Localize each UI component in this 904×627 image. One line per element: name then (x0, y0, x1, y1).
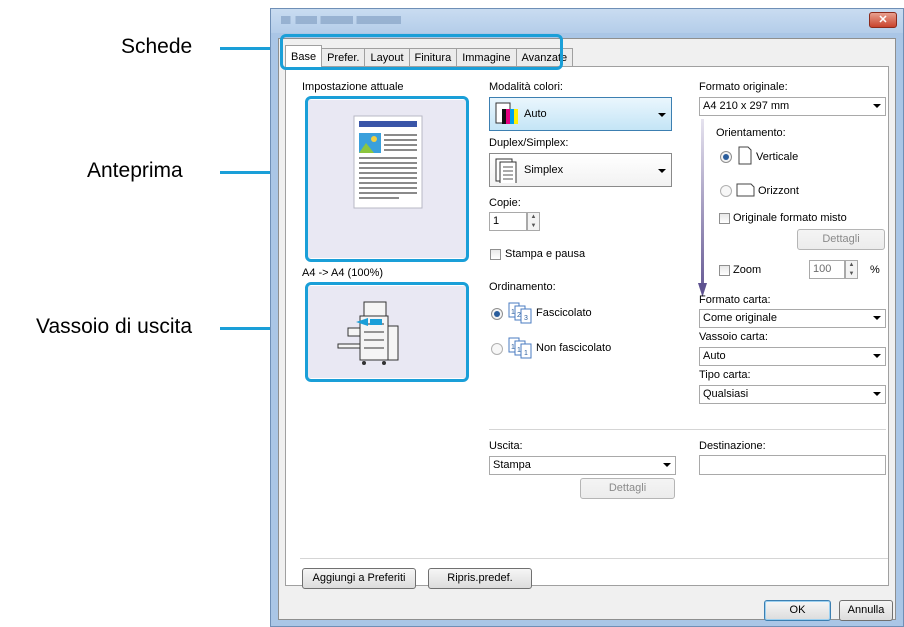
sorting-collated-label: Fascicolato (536, 307, 592, 319)
paper-type-label: Tipo carta: (699, 369, 751, 381)
paper-size-label: Formato carta: (699, 294, 771, 306)
duplex-dropdown-arrow (658, 169, 666, 173)
add-to-favorites-button[interactable]: Aggiungi a Preferiti (302, 568, 416, 589)
callout-tabs-label: Schede (121, 35, 193, 58)
mixed-size-checkbox[interactable] (719, 213, 730, 224)
color-mode-dropdown-arrow (658, 113, 666, 117)
print-pause-checkbox[interactable] (490, 249, 501, 260)
duplex-select[interactable]: Simplex (489, 153, 672, 187)
current-settings-label: Impostazione attuale (302, 81, 404, 93)
tabs-highlight (280, 34, 563, 70)
zoom-label: Zoom (733, 264, 762, 276)
scale-text: A4 -> A4 (100%) (302, 267, 384, 279)
output-select[interactable]: Stampa (489, 456, 676, 475)
zoom-spinner[interactable]: ▲ ▼ (845, 260, 858, 279)
sorting-collated-radio[interactable] (491, 308, 503, 320)
paper-size-select[interactable]: Come originale (699, 309, 886, 328)
copies-label: Copie: (489, 197, 521, 209)
print-settings-dialog: ✕ Base Prefer. Layout Finitura Immagine … (270, 8, 904, 627)
window-title (281, 16, 401, 24)
duplex-label: Duplex/Simplex: (489, 137, 569, 149)
orientation-landscape-label: Orizzont (758, 185, 799, 197)
paper-type-select[interactable]: Qualsiasi (699, 385, 886, 404)
collated-icon: 1 2 3 (508, 302, 532, 324)
zoom-input[interactable]: 100 (809, 260, 845, 279)
restore-defaults-button[interactable]: Ripris.predef. (428, 568, 532, 589)
simplex-icon (495, 158, 517, 183)
output-label: Uscita: (489, 440, 523, 452)
sorting-uncollated-radio[interactable] (491, 343, 503, 355)
original-size-value: A4 210 x 297 mm (703, 100, 790, 112)
paper-tray-value: Auto (703, 350, 726, 362)
callout-output-tray-label: Vassoio di uscita (36, 315, 193, 338)
destination-label: Destinazione: (699, 440, 766, 452)
dialog-client-area: Base Prefer. Layout Finitura Immagine Av… (278, 38, 896, 621)
orientation-landscape-radio[interactable] (720, 185, 732, 197)
zoom-checkbox[interactable] (719, 265, 730, 276)
original-size-select[interactable]: A4 210 x 297 mm (699, 97, 886, 116)
color-mode-value: Auto (524, 108, 547, 120)
copies-input[interactable]: 1 (489, 212, 527, 231)
print-pause-label: Stampa e pausa (505, 248, 586, 260)
svg-text:1: 1 (511, 344, 515, 351)
orientation-portrait-label: Verticale (756, 151, 799, 163)
sorting-label: Ordinamento: (489, 281, 556, 293)
output-value: Stampa (493, 459, 531, 471)
setting-flow-arrow (698, 119, 707, 297)
section-divider (489, 429, 886, 430)
tab-panel-base: Impostazione attuale A4 -> A4 (100%) Mod… (285, 66, 889, 586)
callout-preview-label: Anteprima (87, 159, 183, 182)
svg-text:1: 1 (517, 347, 521, 354)
paper-tray-select[interactable]: Auto (699, 347, 886, 366)
copies-spinner[interactable]: ▲ ▼ (527, 212, 540, 231)
output-tray-highlight (305, 282, 469, 382)
zoom-unit: % (870, 264, 880, 276)
orientation-portrait-radio[interactable] (720, 151, 732, 163)
svg-text:1: 1 (524, 350, 528, 357)
landscape-icon (736, 183, 755, 197)
svg-text:1: 1 (511, 309, 515, 316)
uncollated-icon: 1 1 1 (508, 337, 532, 359)
original-size-label: Formato originale: (699, 81, 788, 93)
mixed-size-label: Originale formato misto (733, 212, 847, 224)
duplex-value: Simplex (524, 164, 564, 176)
svg-text:2: 2 (517, 312, 521, 319)
portrait-icon (738, 146, 752, 165)
footer-divider (300, 558, 888, 559)
orientation-label: Orientamento: (716, 127, 786, 139)
sorting-uncollated-label: Non fascicolato (536, 342, 612, 354)
paper-tray-label: Vassoio carta: (699, 331, 768, 343)
color-mode-icon (495, 102, 518, 124)
svg-text:3: 3 (524, 315, 528, 322)
color-mode-select[interactable]: Auto (489, 97, 672, 131)
cancel-button[interactable]: Annulla (839, 600, 893, 621)
destination-input[interactable] (699, 455, 886, 475)
output-details-button[interactable]: Dettagli (580, 478, 675, 499)
ok-button[interactable]: OK (764, 600, 831, 621)
tab-base[interactable]: Base (285, 45, 323, 67)
color-mode-label: Modalità colori: (489, 81, 563, 93)
mixed-size-details-button[interactable]: Dettagli (797, 229, 885, 250)
title-bar: ✕ (271, 9, 903, 33)
paper-type-value: Qualsiasi (703, 388, 749, 400)
close-button[interactable]: ✕ (869, 12, 897, 28)
paper-size-value: Come originale (703, 312, 777, 324)
preview-highlight (305, 96, 469, 262)
